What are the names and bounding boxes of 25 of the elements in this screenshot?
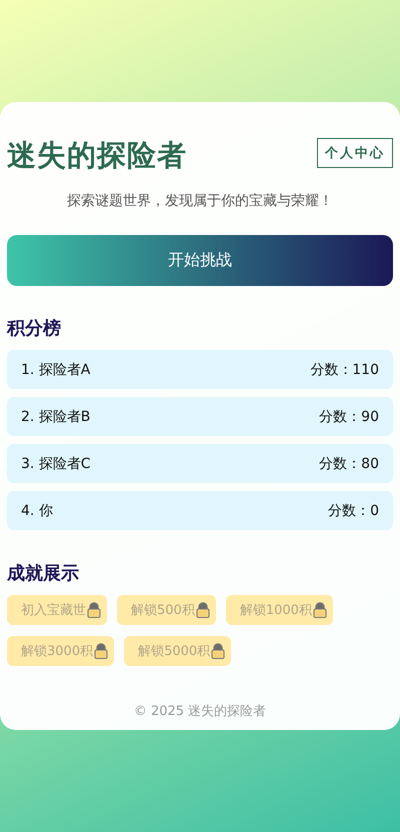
subtitle: 探索谜题世界，发现属于你的宝藏与荣耀！	[66, 192, 334, 210]
player-name: 4. 你	[21, 502, 53, 520]
achievement-badge: 解锁500积	[117, 595, 216, 625]
lock-icon	[94, 643, 108, 659]
start-button[interactable]: 开始挑战	[7, 235, 393, 286]
app-title: 迷失的探险者	[7, 137, 187, 174]
lock-icon	[211, 643, 226, 659]
player-score: 分数：90	[319, 408, 379, 426]
player-name: 3. 探险者C	[21, 454, 91, 472]
lock-icon	[196, 602, 210, 618]
achievement-badge: 解锁5000积	[124, 636, 232, 666]
achievement-badge: 解锁3000积	[7, 636, 114, 666]
footer-text: © 2025 迷失的探险者	[132, 703, 268, 720]
lock-icon	[312, 602, 327, 618]
player-name: 1. 探险者A	[21, 360, 90, 378]
player-score: 分数：80	[319, 454, 379, 472]
achievement-badge: 解锁1000积	[226, 595, 333, 625]
player-score: 分数：110	[310, 360, 379, 378]
player-score: 分数：0	[328, 502, 379, 520]
profile-button[interactable]: 个人中心	[317, 138, 393, 168]
section-heading: 积分榜	[7, 317, 62, 340]
achievement-badge: 初入宝藏世	[7, 595, 107, 625]
section-heading: 成就展示	[7, 562, 80, 585]
lock-icon	[87, 602, 101, 618]
player-name: 2. 探险者B	[21, 408, 90, 426]
